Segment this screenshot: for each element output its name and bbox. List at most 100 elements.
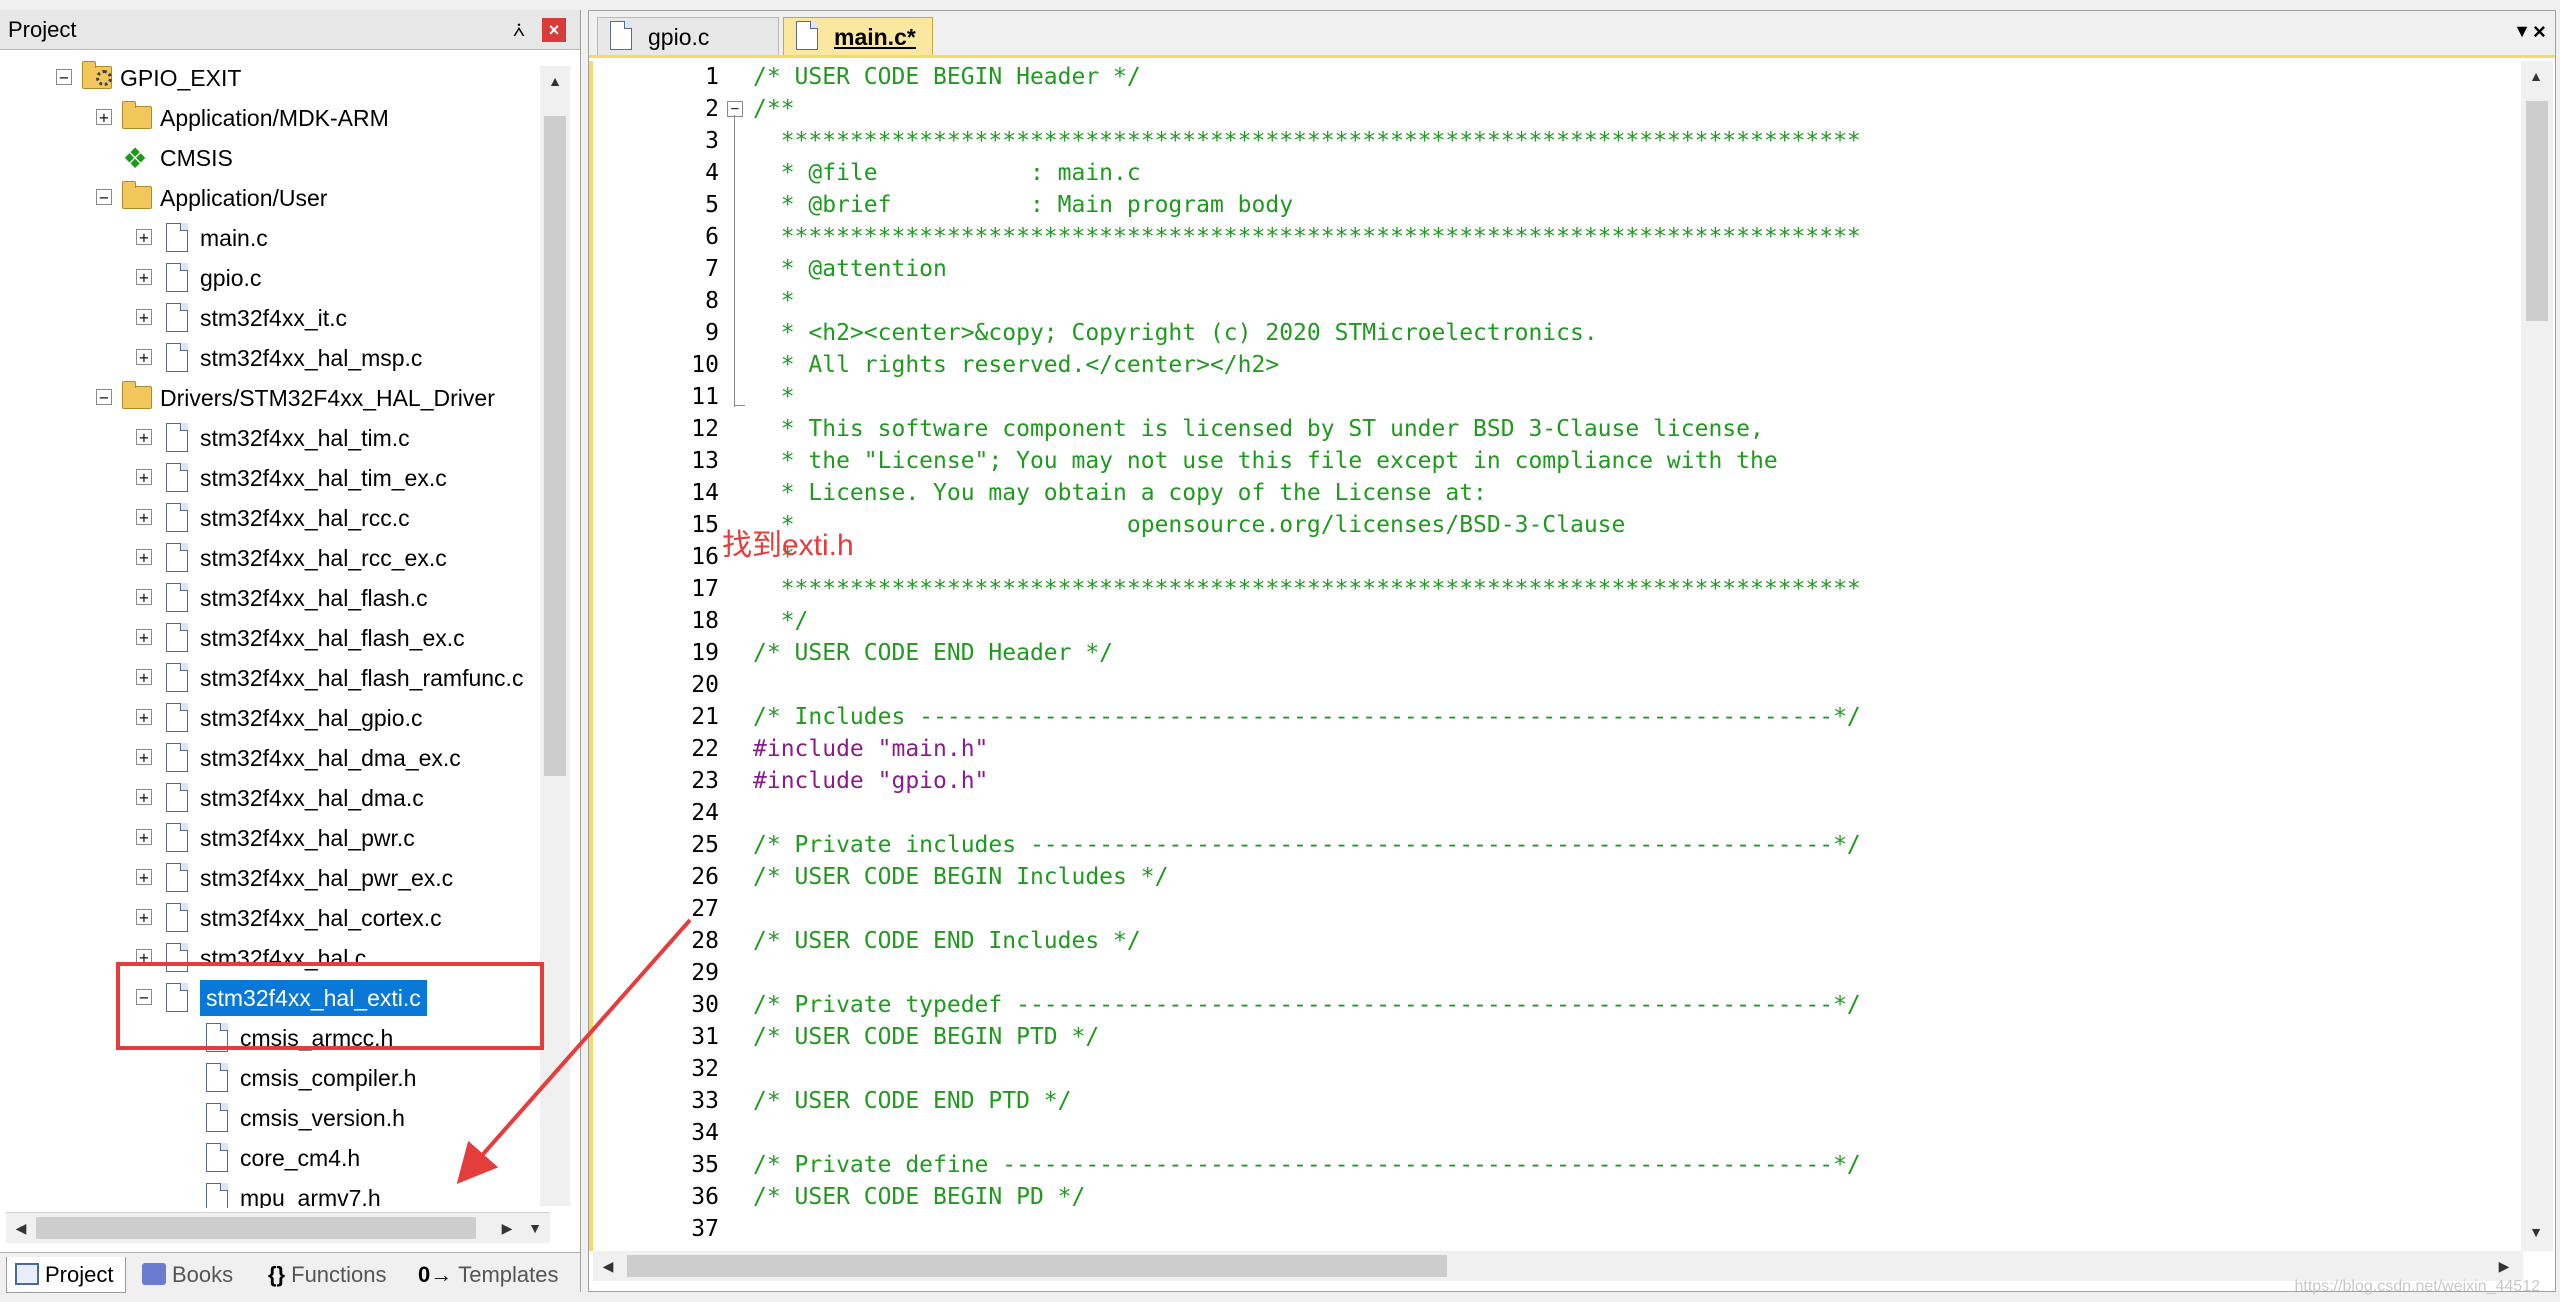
tree-vertical-scrollbar[interactable]: ▲ [540,66,570,1206]
code-line[interactable]: 4 * @file : main.c [593,157,2523,189]
code-line[interactable]: 32 [593,1053,2523,1085]
tab-functions[interactable]: {} Functions [260,1257,410,1293]
close-icon[interactable]: × [2533,19,2555,45]
code-line[interactable]: 14 * License. You may obtain a copy of t… [593,477,2523,509]
expand-icon[interactable]: + [136,349,152,366]
scrollbar-thumb[interactable] [36,1217,476,1239]
expand-icon[interactable]: + [136,229,152,246]
tree-item[interactable]: core_cm4.h [0,1138,548,1178]
code-line[interactable]: 23 #include "gpio.h" [593,765,2523,797]
expand-icon[interactable]: + [136,749,152,766]
tab-main-c[interactable]: main.c* [783,17,933,55]
code-line[interactable]: 20 [593,669,2523,701]
code-line[interactable]: 35 /* Private define --------------------… [593,1149,2523,1181]
close-icon[interactable]: × [542,18,566,42]
tree-item[interactable]: + gpio.c [0,258,548,298]
chevron-down-icon[interactable]: ▼ [2513,21,2531,42]
tree-item[interactable]: + Application/MDK-ARM [0,98,548,138]
tree-item[interactable]: + stm32f4xx_hal_tim_ex.c [0,458,548,498]
tree-item[interactable]: + stm32f4xx_hal_flash.c [0,578,548,618]
expand-icon[interactable]: + [136,629,152,646]
tree-item[interactable]: + stm32f4xx_hal_tim.c [0,418,548,458]
tab-templates[interactable]: 0→ Templates [414,1257,574,1293]
tab-gpio-c[interactable]: gpio.c [597,17,779,55]
scroll-right-icon[interactable]: ▶ [492,1213,522,1243]
code-line[interactable]: 33 /* USER CODE END PTD */ [593,1085,2523,1117]
expand-icon[interactable]: + [136,829,152,846]
code-line[interactable]: 6 **************************************… [593,221,2523,253]
code-line[interactable]: 16 * [593,541,2523,573]
expand-icon[interactable]: + [136,909,152,926]
tree-item[interactable]: cmsis_version.h [0,1098,548,1138]
tree-item[interactable]: cmsis_compiler.h [0,1058,548,1098]
expand-icon[interactable]: + [136,589,152,606]
tree-item[interactable]: + stm32f4xx_hal_rcc.c [0,498,548,538]
code-line[interactable]: 24 [593,797,2523,829]
code-line[interactable]: 19 /* USER CODE END Header */ [593,637,2523,669]
tree-item[interactable]: + main.c [0,218,548,258]
code-line[interactable]: 15 * opensource.org/licenses/BSD-3-Claus… [593,509,2523,541]
tree-item[interactable]: + stm32f4xx_hal_flash_ex.c [0,618,548,658]
code-line[interactable]: 9 * <h2><center>&copy; Copyright (c) 202… [593,317,2523,349]
scroll-up-icon[interactable]: ▲ [540,66,570,96]
tree-item[interactable]: + stm32f4xx_hal_dma.c [0,778,548,818]
collapse-icon[interactable]: − [96,189,112,206]
collapse-icon[interactable]: − [96,389,112,406]
expand-icon[interactable]: + [136,309,152,326]
code-horizontal-scrollbar[interactable]: ◀ ▶ [593,1251,2523,1281]
tree-item[interactable]: + stm32f4xx_hal_msp.c [0,338,548,378]
pin-icon[interactable]: ⩑ [507,18,531,42]
tree-item[interactable]: − GPIO_EXIT [0,58,548,98]
code-line[interactable]: 36 /* USER CODE BEGIN PD */ [593,1181,2523,1213]
scroll-down-icon[interactable]: ▼ [2521,1217,2551,1247]
code-line[interactable]: 22 #include "main.h" [593,733,2523,765]
tree-item[interactable]: + stm32f4xx_hal_gpio.c [0,698,548,738]
code-line[interactable]: 3 **************************************… [593,125,2523,157]
code-line[interactable]: 12 * This software component is licensed… [593,413,2523,445]
expand-icon[interactable]: + [136,469,152,486]
code-line[interactable]: 1 /* USER CODE BEGIN Header */ [593,61,2523,93]
code-line[interactable]: 10 * All rights reserved.</center></h2> [593,349,2523,381]
code-line[interactable]: 31 /* USER CODE BEGIN PTD */ [593,1021,2523,1053]
tree-item[interactable]: + stm32f4xx_hal_pwr_ex.c [0,858,548,898]
code-line[interactable]: 8 * [593,285,2523,317]
code-line[interactable]: 27 [593,893,2523,925]
code-line[interactable]: 25 /* Private includes ------------------… [593,829,2523,861]
code-line[interactable]: 37 [593,1213,2523,1245]
code-line[interactable]: 34 [593,1117,2523,1149]
expand-icon[interactable]: + [136,269,152,286]
scroll-down-icon[interactable]: ▼ [520,1213,550,1243]
code-line[interactable]: 13 * the "License"; You may not use this… [593,445,2523,477]
tree-item[interactable]: − Drivers/STM32F4xx_HAL_Driver [0,378,548,418]
scrollbar-thumb[interactable] [544,116,566,776]
expand-icon[interactable]: + [136,869,152,886]
tree-item[interactable]: + stm32f4xx_hal_pwr.c [0,818,548,858]
tree-item[interactable]: + stm32f4xx_it.c [0,298,548,338]
code-line[interactable]: 29 [593,957,2523,989]
tree-item[interactable]: + stm32f4xx_hal_rcc_ex.c [0,538,548,578]
code-line[interactable]: 17 *************************************… [593,573,2523,605]
tree-item[interactable]: + stm32f4xx_hal_flash_ramfunc.c [0,658,548,698]
code-line[interactable]: 2−/** [593,93,2523,125]
code-line[interactable]: 7 * @attention [593,253,2523,285]
tab-project[interactable]: Project [6,1257,126,1293]
scroll-up-icon[interactable]: ▲ [2521,61,2551,91]
tree-horizontal-scrollbar[interactable]: ◀ ▶ ▼ [6,1212,550,1243]
code-line[interactable]: 28 /* USER CODE END Includes */ [593,925,2523,957]
code-line[interactable]: 26 /* USER CODE BEGIN Includes */ [593,861,2523,893]
code-line[interactable]: 21 /* Includes --------------------------… [593,701,2523,733]
tree-item[interactable]: ❖ CMSIS [0,138,548,178]
scroll-right-icon[interactable]: ▶ [2489,1251,2519,1281]
expand-icon[interactable]: + [136,509,152,526]
scrollbar-thumb[interactable] [2526,101,2548,321]
code-line[interactable]: 30 /* Private typedef -------------------… [593,989,2523,1021]
code-line[interactable]: 5 * @brief : Main program body [593,189,2523,221]
code-editor[interactable]: 1/* USER CODE BEGIN Header */2−/** 3 ****… [589,61,2533,1251]
scrollbar-thumb[interactable] [627,1255,1447,1277]
tree-item[interactable]: − Application/User [0,178,548,218]
expand-icon[interactable]: + [136,789,152,806]
scroll-left-icon[interactable]: ◀ [6,1213,36,1243]
expand-icon[interactable]: + [136,549,152,566]
tree-item[interactable]: + stm32f4xx_hal_dma_ex.c [0,738,548,778]
tab-books[interactable]: Books [134,1257,254,1293]
